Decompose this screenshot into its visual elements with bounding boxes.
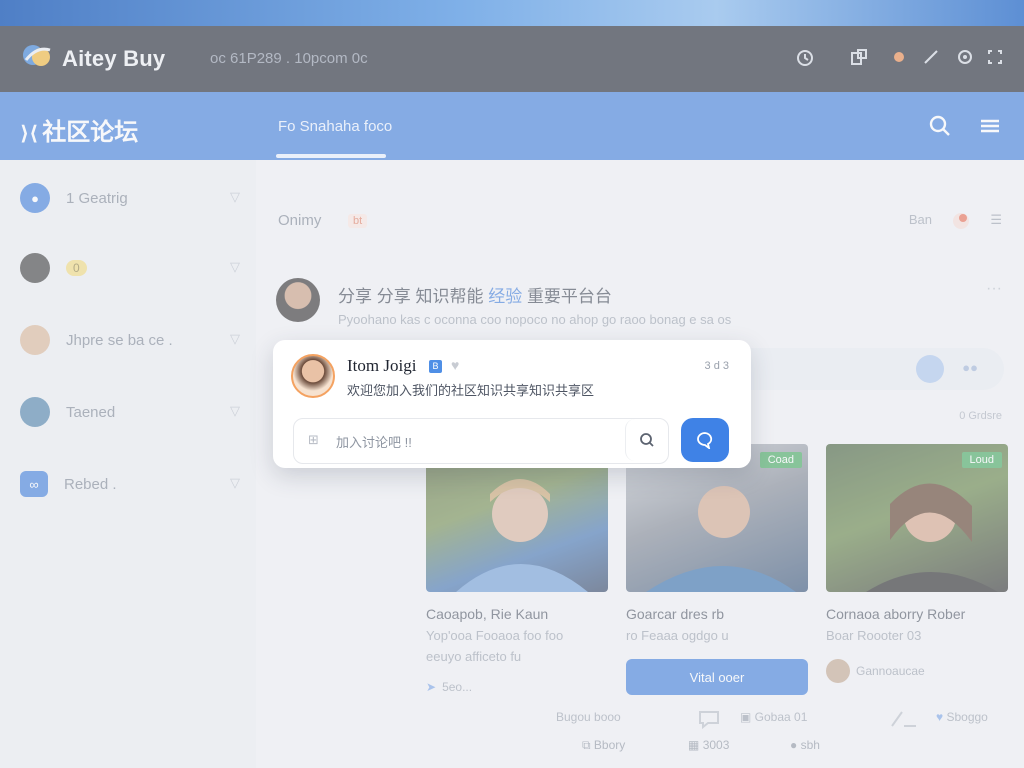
search-button[interactable] [625,419,668,461]
comment-input-wrapper: ⊞ [293,418,669,464]
attachment-icon[interactable]: ⊞ [308,432,319,448]
popup-user-name[interactable]: Itom Joigi [347,356,416,376]
comment-popup: Itom Joigi B ♥ 3 d 3 欢迎您加入我们的社区知识共享知识共享区… [273,340,751,468]
verified-badge-icon: B [429,360,442,373]
comment-input[interactable] [334,429,618,455]
send-button[interactable] [681,418,729,462]
search-icon [640,433,654,447]
popup-description: 欢迎您加入我们的社区知识共享知识共享区 [347,383,595,398]
popup-time: 3 d 3 [704,360,729,372]
popup-avatar[interactable] [291,354,335,398]
heart-icon[interactable]: ♥ [451,357,459,373]
chat-bubble-icon [697,432,713,449]
